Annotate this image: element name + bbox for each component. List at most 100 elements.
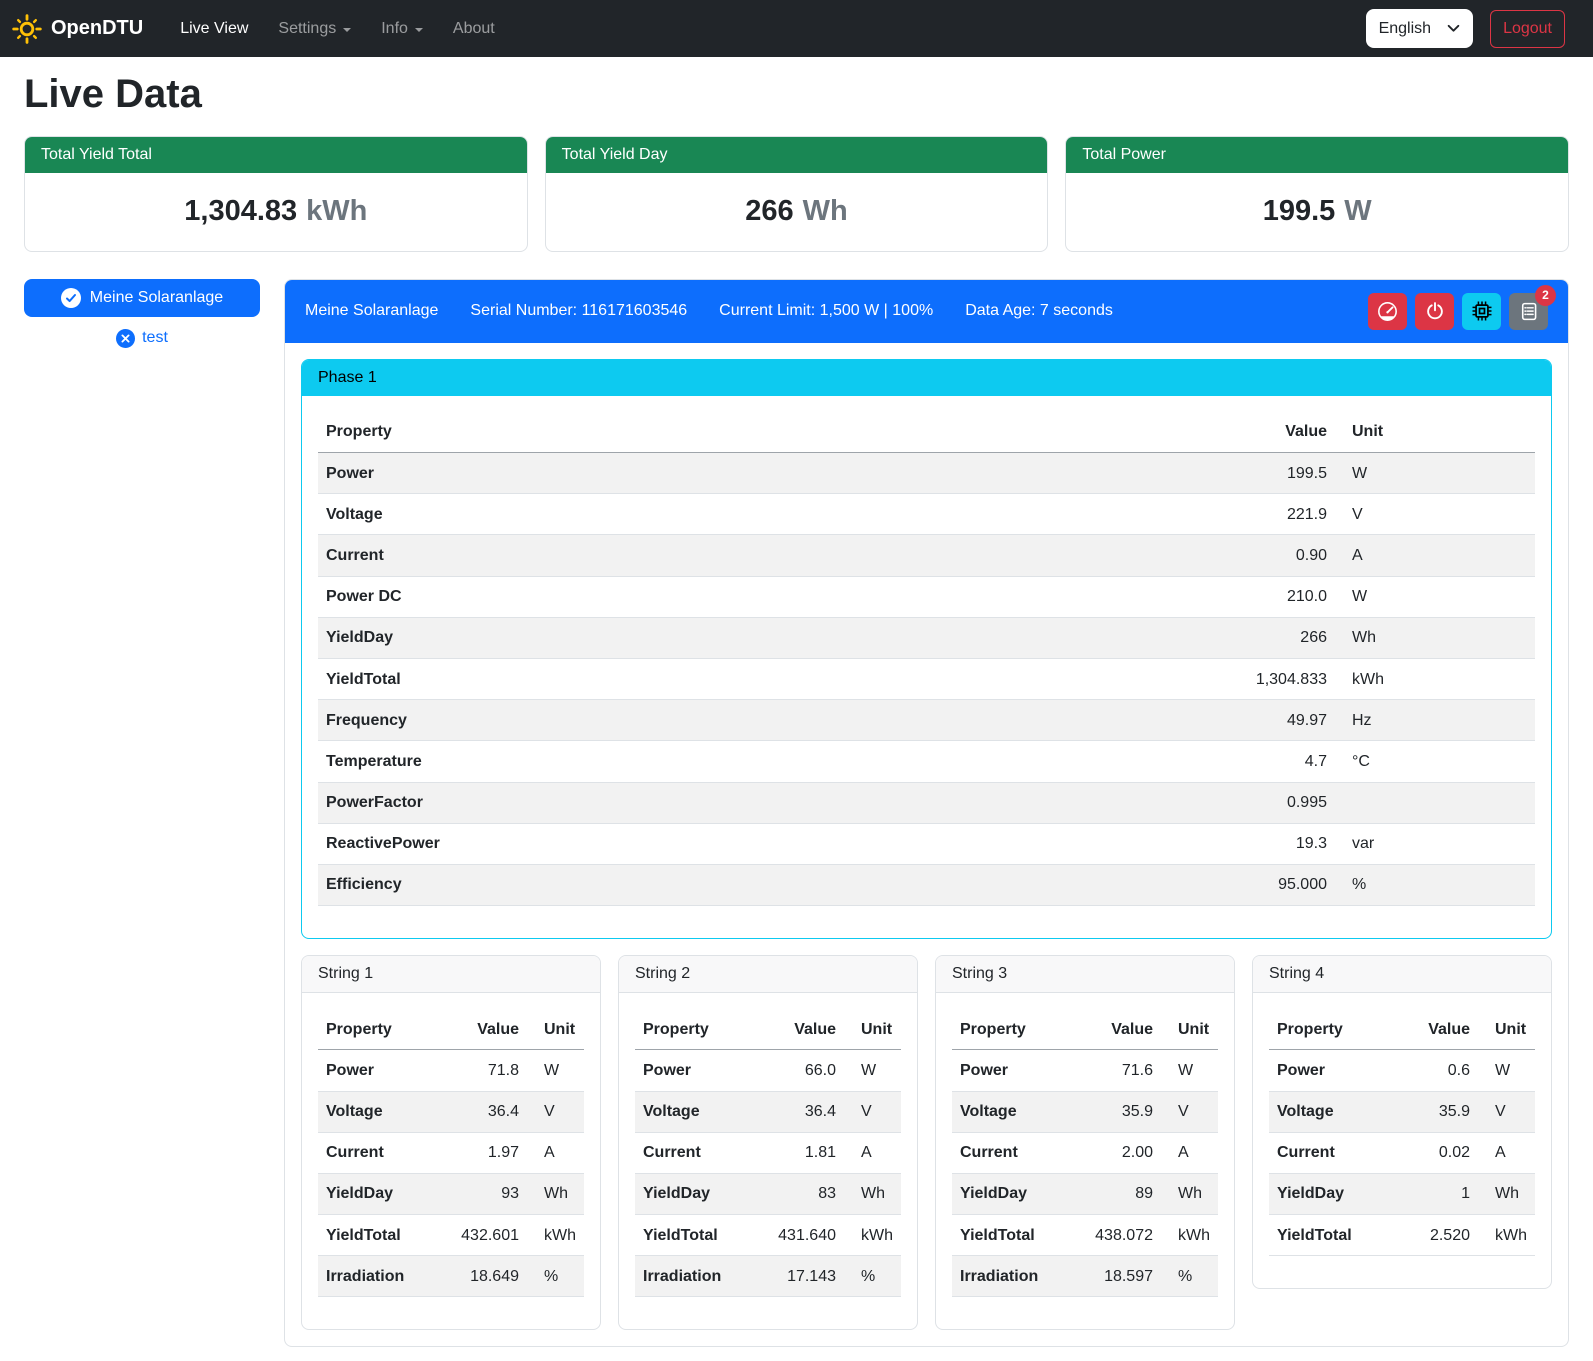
- value-cell: 1.97: [435, 1132, 527, 1173]
- navbar-right: English Logout: [1366, 9, 1565, 48]
- property-cell: Power: [318, 453, 926, 494]
- value-cell: 199.5: [926, 453, 1335, 494]
- nav-item-live-view[interactable]: Live View: [165, 12, 263, 46]
- brand-label: OpenDTU: [51, 17, 143, 40]
- value-cell: 438.072: [1069, 1215, 1161, 1256]
- column-header: Value: [1069, 1009, 1161, 1050]
- summary-cards-row: Total Yield Total 1,304.83kWh Total Yiel…: [24, 136, 1569, 252]
- unit-cell: A: [1161, 1132, 1218, 1173]
- unit-cell: W: [1335, 453, 1535, 494]
- table-row: PowerFactor0.995: [318, 782, 1535, 823]
- power-toggle-button[interactable]: [1415, 293, 1454, 330]
- column-header: Property: [952, 1009, 1069, 1050]
- summary-unit: kWh: [306, 195, 367, 227]
- inverter-name: Meine Solaranlage: [305, 302, 438, 320]
- unit-cell: Wh: [527, 1173, 584, 1214]
- property-cell: Irradiation: [635, 1256, 752, 1297]
- unit-cell: V: [1161, 1091, 1218, 1132]
- value-cell: 2.00: [1069, 1132, 1161, 1173]
- data-table: PropertyValueUnitPower71.6WVoltage35.9VC…: [952, 1009, 1218, 1297]
- property-cell: Power: [635, 1050, 752, 1091]
- inverter-card-body: Phase 1 PropertyValueUnitPower199.5WVolt…: [285, 343, 1568, 1347]
- table-row: Current1.81A: [635, 1132, 901, 1173]
- unit-cell: kWh: [527, 1215, 584, 1256]
- value-cell: 95.000: [926, 864, 1335, 905]
- table-header-row: PropertyValueUnit: [952, 1009, 1218, 1050]
- value-cell: 71.8: [435, 1050, 527, 1091]
- unit-cell: Hz: [1335, 700, 1535, 741]
- column-header: Property: [1269, 1009, 1397, 1050]
- language-select[interactable]: English: [1366, 9, 1473, 48]
- navbar: OpenDTU Live View Settings Info About En…: [0, 0, 1593, 57]
- property-cell: Voltage: [952, 1091, 1069, 1132]
- table-row: Temperature4.7°C: [318, 741, 1535, 782]
- device-info-button[interactable]: [1462, 293, 1501, 330]
- value-cell: 0.90: [926, 535, 1335, 576]
- column-header: Unit: [1161, 1009, 1218, 1050]
- value-cell: 266: [926, 617, 1335, 658]
- unit-cell: kWh: [1161, 1215, 1218, 1256]
- current-limit: Current Limit: 1,500 W | 100%: [719, 302, 933, 320]
- value-cell: 0.02: [1397, 1132, 1478, 1173]
- logout-button[interactable]: Logout: [1490, 10, 1565, 48]
- unit-cell: A: [844, 1132, 901, 1173]
- table-row: Current2.00A: [952, 1132, 1218, 1173]
- main-layout: Meine Solaranlage test Meine Solaranlage…: [24, 279, 1569, 1361]
- nav-item-label: About: [453, 20, 495, 38]
- inverter-select-label: Meine Solaranlage: [90, 289, 223, 307]
- value-cell: 210.0: [926, 576, 1335, 617]
- property-cell: YieldTotal: [952, 1215, 1069, 1256]
- brand[interactable]: OpenDTU: [12, 14, 143, 44]
- column-header: Unit: [844, 1009, 901, 1050]
- data-age: Data Age: 7 seconds: [965, 302, 1113, 320]
- unit-cell: kWh: [1335, 659, 1535, 700]
- nav-item-info[interactable]: Info: [366, 12, 438, 46]
- caret-down-icon: [415, 28, 423, 32]
- string-card-body: PropertyValueUnitPower71.6WVoltage35.9VC…: [936, 993, 1234, 1329]
- inverter-item-test[interactable]: test: [24, 329, 260, 348]
- table-row: Voltage36.4V: [635, 1091, 901, 1132]
- value-cell: 35.9: [1397, 1091, 1478, 1132]
- unit-cell: Wh: [1161, 1173, 1218, 1214]
- summary-card-title: Total Yield Total: [25, 137, 527, 173]
- inverter-panel: Meine Solaranlage Serial Number: 1161716…: [284, 279, 1569, 1348]
- property-cell: Current: [318, 535, 926, 576]
- table-row: Voltage35.9V: [952, 1091, 1218, 1132]
- column-header: Property: [635, 1009, 752, 1050]
- language-select-value: English: [1379, 20, 1431, 38]
- summary-card-total-power: Total Power 199.5W: [1065, 136, 1569, 252]
- column-header: Value: [926, 412, 1335, 453]
- table-row: YieldTotal432.601kWh: [318, 1215, 584, 1256]
- unit-cell: V: [1478, 1091, 1535, 1132]
- nav-item-about[interactable]: About: [438, 12, 510, 46]
- power-icon: [1425, 301, 1445, 321]
- value-cell: 0.6: [1397, 1050, 1478, 1091]
- value-cell: 2.520: [1397, 1215, 1478, 1256]
- unit-cell: Wh: [844, 1173, 901, 1214]
- summary-card-title: Total Yield Day: [546, 137, 1048, 173]
- table-row: YieldDay1Wh: [1269, 1173, 1535, 1214]
- inverter-select-button[interactable]: Meine Solaranlage: [24, 279, 260, 317]
- table-row: Current1.97A: [318, 1132, 584, 1173]
- unit-cell: A: [1335, 535, 1535, 576]
- summary-card-body: 266Wh: [546, 173, 1048, 251]
- limit-settings-button[interactable]: [1368, 293, 1407, 330]
- unit-cell: W: [1478, 1050, 1535, 1091]
- journal-icon: [1518, 301, 1539, 322]
- value-cell: 36.4: [752, 1091, 844, 1132]
- table-row: YieldDay266Wh: [318, 617, 1535, 658]
- value-cell: 83: [752, 1173, 844, 1214]
- table-row: Efficiency95.000%: [318, 864, 1535, 905]
- property-cell: YieldDay: [1269, 1173, 1397, 1214]
- data-table: PropertyValueUnitPower0.6WVoltage35.9VCu…: [1269, 1009, 1535, 1256]
- table-row: Current0.90A: [318, 535, 1535, 576]
- event-log-button[interactable]: 2: [1509, 293, 1548, 330]
- caret-down-icon: [343, 28, 351, 32]
- unit-cell: [1335, 782, 1535, 823]
- nav-item-settings[interactable]: Settings: [263, 12, 366, 46]
- column-header: Property: [318, 412, 926, 453]
- value-cell: 18.597: [1069, 1256, 1161, 1297]
- table-row: Voltage35.9V: [1269, 1091, 1535, 1132]
- unit-cell: var: [1335, 823, 1535, 864]
- table-header-row: PropertyValueUnit: [635, 1009, 901, 1050]
